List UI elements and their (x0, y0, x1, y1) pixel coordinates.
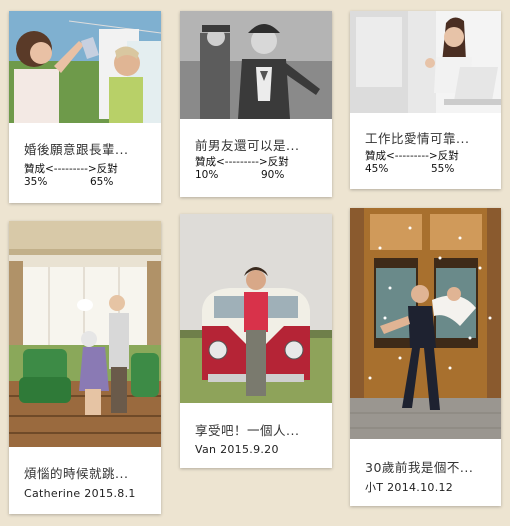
post-title-5[interactable]: 享受吧！一個人... (195, 420, 324, 439)
poll-result-1: 贊成<--------->反對 35% 65% (24, 163, 149, 189)
wedding-couple-confetti-photo-icon (350, 208, 501, 439)
poll-result-2: 贊成<--------->反對 10% 90% (195, 156, 320, 182)
post-photo-6[interactable] (350, 208, 501, 439)
post-card-6[interactable]: 30歲前我是個不... 小T 2014.10.12 (350, 208, 501, 506)
post-card-3[interactable]: 工作比愛情可靠... 贊成<--------->反對 45% 55% (350, 11, 501, 189)
post-title-4[interactable]: 煩惱的時候就跳... (24, 463, 153, 482)
agree-percent: 10% (195, 169, 219, 181)
elderly-couple-dancing-photo-icon (9, 221, 161, 447)
man-with-red-van-photo-icon (180, 214, 332, 403)
couple-with-mother-laundry-photo-icon (9, 11, 161, 123)
woman-with-laptop-photo-icon (350, 11, 501, 113)
post-card-2[interactable]: 前男友還可以是... 贊成<--------->反對 10% 90% (180, 11, 332, 197)
disagree-percent: 90% (261, 169, 285, 181)
poll-result-3: 贊成<--------->反對 45% 55% (365, 150, 489, 176)
post-card-1[interactable]: 婚後願意跟長輩... 贊成<--------->反對 35% 65% (9, 11, 161, 203)
post-photo-2[interactable] (180, 11, 332, 119)
disagree-percent: 65% (90, 176, 114, 188)
post-title-6[interactable]: 30歲前我是個不... (365, 457, 493, 476)
post-author-date-5: Van 2015.9.20 (195, 443, 279, 456)
post-author-date-4: Catherine 2015.8.1 (24, 487, 136, 500)
post-title-1[interactable]: 婚後願意跟長輩... (24, 139, 153, 158)
bw-couple-walking-photo-icon (180, 11, 332, 119)
agree-percent: 45% (365, 163, 389, 175)
post-author-date-6: 小T 2014.10.12 (365, 481, 454, 494)
poll-labels: 贊成<--------->反對 (24, 163, 118, 175)
post-title-2[interactable]: 前男友還可以是... (195, 135, 324, 154)
post-card-4[interactable]: 煩惱的時候就跳... Catherine 2015.8.1 (9, 221, 161, 514)
agree-percent: 35% (24, 176, 48, 188)
poll-labels: 贊成<--------->反對 (195, 156, 289, 168)
post-photo-1[interactable] (9, 11, 161, 123)
post-card-5[interactable]: 享受吧！一個人... Van 2015.9.20 (180, 214, 332, 468)
post-photo-5[interactable] (180, 214, 332, 403)
post-title-3[interactable]: 工作比愛情可靠... (365, 128, 493, 147)
disagree-percent: 55% (431, 163, 455, 175)
poll-labels: 贊成<--------->反對 (365, 150, 459, 162)
post-photo-4[interactable] (9, 221, 161, 447)
post-photo-3[interactable] (350, 11, 501, 113)
